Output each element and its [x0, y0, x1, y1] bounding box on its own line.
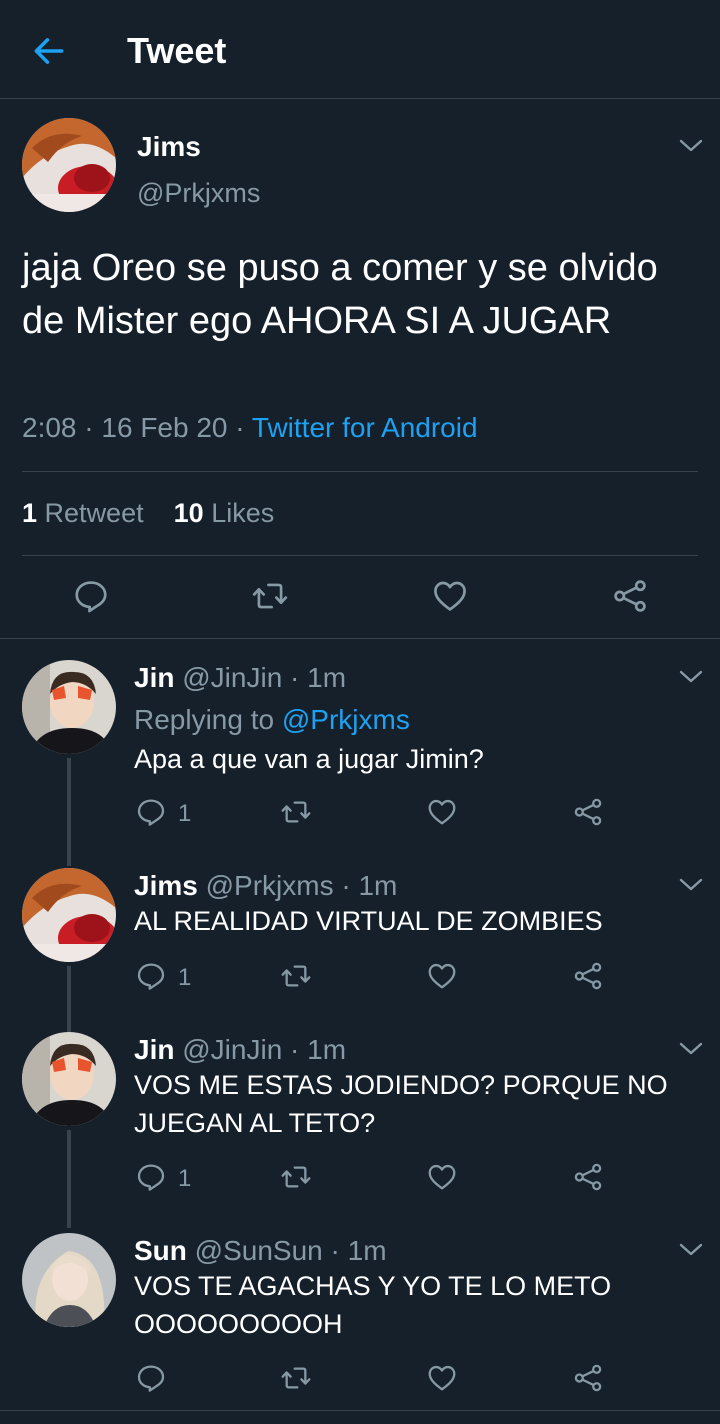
separator: ·: [84, 412, 94, 443]
share-icon[interactable]: [572, 1161, 604, 1193]
reply-count: 1: [178, 800, 192, 827]
separator: ·: [290, 1034, 300, 1065]
reply-time: 1m: [307, 662, 347, 693]
avatar[interactable]: [22, 868, 116, 962]
tweet-text: jaja Oreo se puso a comer y se olvido de…: [22, 247, 658, 342]
tweet-source-link[interactable]: Twitter for Android: [252, 412, 478, 443]
like-icon[interactable]: [431, 577, 469, 615]
like-icon[interactable]: [426, 796, 458, 828]
reply-count: 1: [178, 964, 192, 991]
author-name[interactable]: Jims: [137, 131, 201, 163]
author-name[interactable]: Sun: [134, 1235, 187, 1266]
tweet-stats: 1 Retweet 10 Likes: [22, 498, 274, 529]
separator: ·: [235, 412, 245, 443]
reply-icon[interactable]: [135, 960, 167, 992]
avatar[interactable]: [22, 660, 116, 754]
reply-icon[interactable]: [135, 796, 167, 828]
separator: ·: [330, 1235, 340, 1266]
reply-time: 1m: [307, 1034, 347, 1065]
avatar[interactable]: [22, 118, 116, 212]
share-icon[interactable]: [611, 577, 649, 615]
author-name[interactable]: Jims: [134, 870, 198, 901]
share-icon[interactable]: [572, 960, 604, 992]
back-button[interactable]: [30, 32, 68, 70]
retweet-icon[interactable]: [280, 796, 312, 828]
retweet-icon[interactable]: [280, 960, 312, 992]
top-bar: Tweet: [0, 0, 720, 99]
thread-line: [67, 966, 71, 1032]
retweet-icon[interactable]: [251, 577, 289, 615]
reply-text: Apa a que van a jugar Jimin?: [134, 744, 484, 774]
reply-header: Jin @JinJin · 1m: [134, 662, 346, 694]
tweet-meta: 2:08 · 16 Feb 20 · Twitter for Android: [22, 412, 478, 444]
reply-count: 1: [178, 1165, 192, 1192]
chevron-down-icon[interactable]: [678, 876, 704, 894]
chevron-down-icon[interactable]: [678, 1241, 704, 1259]
share-icon[interactable]: [572, 1362, 604, 1394]
thread-line: [67, 1130, 71, 1228]
chevron-down-icon[interactable]: [678, 668, 704, 686]
likes-stat[interactable]: 10 Likes: [174, 498, 275, 528]
retweet-icon[interactable]: [280, 1362, 312, 1394]
likes-label: Likes: [211, 498, 275, 528]
retweets-label: Retweet: [44, 498, 144, 528]
replying-to: Replying to @Prkjxms: [134, 704, 410, 736]
author-handle[interactable]: @Prkjxms: [137, 178, 260, 209]
replying-label: Replying to: [134, 704, 275, 735]
thread-line: [67, 758, 71, 866]
reply-text: VOS TE AGACHAS Y YO TE LO METO OOOOOOOOO…: [134, 1271, 612, 1339]
tweet-time: 2:08: [22, 412, 77, 443]
like-icon[interactable]: [426, 960, 458, 992]
reply-icon[interactable]: [72, 577, 110, 615]
reply-header: Sun @SunSun · 1m: [134, 1235, 387, 1267]
author-handle[interactable]: @SunSun: [195, 1235, 323, 1266]
reply-header: Jims @Prkjxms · 1m: [134, 870, 397, 902]
author-handle[interactable]: @JinJin: [182, 1034, 282, 1065]
separator: ·: [341, 870, 351, 901]
reply-icon[interactable]: [135, 1362, 167, 1394]
reply-time: 1m: [347, 1235, 387, 1266]
page-title: Tweet: [127, 30, 227, 71]
reply-icon[interactable]: [135, 1161, 167, 1193]
retweet-icon[interactable]: [280, 1161, 312, 1193]
share-icon[interactable]: [572, 796, 604, 828]
avatar[interactable]: [22, 1032, 116, 1126]
chevron-down-icon[interactable]: [678, 137, 704, 155]
retweets-count: 1: [22, 498, 38, 528]
author-handle[interactable]: @JinJin: [182, 662, 282, 693]
reply-time: 1m: [358, 870, 398, 901]
author-name[interactable]: Jin: [134, 1034, 174, 1065]
tweet-date: 16 Feb 20: [101, 412, 228, 443]
avatar[interactable]: [22, 1233, 116, 1327]
chevron-down-icon[interactable]: [678, 1040, 704, 1058]
retweets-stat[interactable]: 1 Retweet: [22, 498, 144, 528]
reply-header: Jin @JinJin · 1m: [134, 1034, 346, 1066]
like-icon[interactable]: [426, 1161, 458, 1193]
arrow-left-icon: [34, 38, 64, 64]
like-icon[interactable]: [426, 1362, 458, 1394]
divider: [22, 471, 698, 472]
separator: ·: [290, 662, 300, 693]
main-tweet: Jims @Prkjxms jaja Oreo se puso a comer …: [0, 99, 720, 639]
divider: [0, 1410, 720, 1411]
author-handle[interactable]: @Prkjxms: [206, 870, 334, 901]
replying-to-link[interactable]: @Prkjxms: [282, 704, 410, 735]
likes-count: 10: [173, 498, 204, 528]
reply-text: AL REALIDAD VIRTUAL DE ZOMBIES: [134, 906, 603, 936]
author-name[interactable]: Jin: [134, 662, 174, 693]
divider: [22, 555, 698, 556]
reply-text: VOS ME ESTAS JODIENDO? PORQUE NO JUEGAN …: [134, 1070, 668, 1138]
